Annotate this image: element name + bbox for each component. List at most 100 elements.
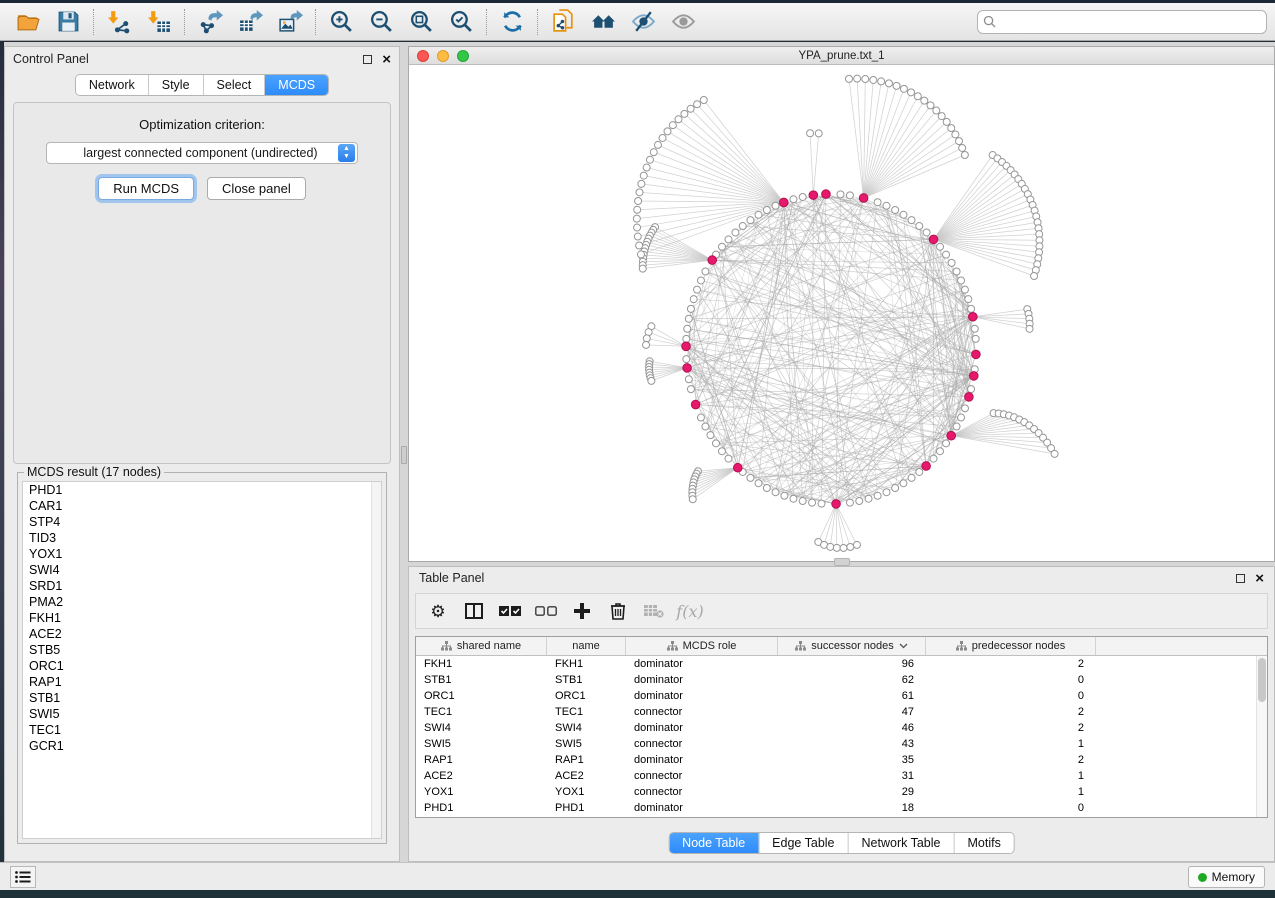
unselect-all-columns-icon[interactable]	[530, 596, 562, 626]
mcds-result-item[interactable]: SRD1	[23, 578, 381, 594]
float-panel-icon[interactable]	[363, 55, 372, 64]
mcds-result-item[interactable]: RAP1	[23, 674, 381, 690]
horizontal-splitter-handle[interactable]	[834, 558, 850, 566]
tab-node-table[interactable]: Node Table	[669, 833, 758, 853]
tab-motifs[interactable]: Motifs	[953, 833, 1013, 853]
column-header-shared-name[interactable]: shared name	[416, 637, 547, 655]
zoom-fit-icon[interactable]	[401, 6, 441, 38]
optimization-criterion-label: Optimization criterion:	[14, 117, 390, 132]
mcds-result-list[interactable]: PHD1CAR1STP4TID3YOX1SWI4SRD1PMA2FKH1ACE2…	[22, 481, 382, 839]
mcds-result-group: MCDS result (17 nodes) PHD1CAR1STP4TID3Y…	[17, 472, 387, 844]
table-row[interactable]: RAP1RAP1dominator352	[416, 752, 1267, 768]
search-input[interactable]	[977, 10, 1267, 34]
add-column-icon[interactable]	[566, 596, 598, 626]
tab-style[interactable]: Style	[148, 75, 203, 95]
mcds-result-item[interactable]: STP4	[23, 514, 381, 530]
table-row[interactable]: ACE2ACE2connector311	[416, 768, 1267, 784]
export-table-icon[interactable]	[230, 6, 270, 38]
tab-network[interactable]: Network	[76, 75, 148, 95]
show-all-icon[interactable]	[663, 6, 703, 38]
table-cell: 47	[778, 704, 926, 720]
zoom-selected-icon[interactable]	[441, 6, 481, 38]
tab-network-table[interactable]: Network Table	[848, 833, 954, 853]
close-panel-icon[interactable]: ×	[382, 55, 391, 64]
memory-button[interactable]: Memory	[1188, 866, 1265, 888]
select-all-columns-icon[interactable]	[494, 596, 526, 626]
toolbar-separator	[184, 9, 185, 35]
mcds-result-item[interactable]: STB1	[23, 690, 381, 706]
vertical-splitter[interactable]	[400, 46, 408, 862]
table-cell: YOX1	[547, 784, 626, 800]
memory-status-icon	[1198, 873, 1207, 882]
table-cell: 0	[926, 688, 1096, 704]
mcds-result-item[interactable]: TID3	[23, 530, 381, 546]
column-type-icon	[956, 641, 967, 651]
table-settings-icon[interactable]: ⚙	[422, 596, 454, 626]
task-history-icon[interactable]	[10, 866, 36, 888]
network-home-icon[interactable]	[583, 6, 623, 38]
table-scrollbar-thumb[interactable]	[1258, 658, 1266, 702]
mcds-result-item[interactable]: SWI5	[23, 706, 381, 722]
table-cell: RAP1	[416, 752, 547, 768]
import-network-icon[interactable]	[99, 6, 139, 38]
table-row[interactable]: YOX1YOX1connector291	[416, 784, 1267, 800]
tab-edge-table[interactable]: Edge Table	[758, 833, 847, 853]
column-header-successor-nodes[interactable]: successor nodes	[778, 637, 926, 655]
table-cell: dominator	[626, 800, 778, 816]
clone-network-icon[interactable]	[543, 6, 583, 38]
close-panel-button[interactable]: Close panel	[207, 177, 306, 200]
table-row[interactable]: PHD1PHD1dominator180	[416, 800, 1267, 816]
table-cell: 62	[778, 672, 926, 688]
table-row[interactable]: ORC1ORC1dominator610	[416, 688, 1267, 704]
mcds-result-item[interactable]: YOX1	[23, 546, 381, 562]
run-mcds-button[interactable]: Run MCDS	[98, 177, 194, 200]
export-image-icon[interactable]	[270, 6, 310, 38]
mcds-result-item[interactable]: CAR1	[23, 498, 381, 514]
network-canvas-svg	[409, 65, 1274, 561]
column-header-MCDS-role[interactable]: MCDS role	[626, 637, 778, 655]
table-cell: RAP1	[547, 752, 626, 768]
mcds-result-item[interactable]: GCR1	[23, 738, 381, 754]
column-header-name[interactable]: name	[547, 637, 626, 655]
mcds-result-item[interactable]: PHD1	[23, 482, 381, 498]
float-table-panel-icon[interactable]	[1236, 574, 1245, 583]
table-cell: ORC1	[416, 688, 547, 704]
network-canvas[interactable]	[409, 65, 1274, 561]
hide-selected-icon[interactable]	[623, 6, 663, 38]
table-scrollbar[interactable]	[1256, 656, 1267, 817]
export-network-icon[interactable]	[190, 6, 230, 38]
mcds-result-item[interactable]: PMA2	[23, 594, 381, 610]
refresh-icon[interactable]	[492, 6, 532, 38]
table-row[interactable]: SWI5SWI5connector431	[416, 736, 1267, 752]
table-row[interactable]: FKH1FKH1dominator962	[416, 656, 1267, 672]
mcds-list-scrollbar[interactable]	[371, 482, 381, 838]
split-columns-icon[interactable]	[458, 596, 490, 626]
table-cell: TEC1	[547, 704, 626, 720]
save-session-icon[interactable]	[48, 6, 88, 38]
tab-mcds[interactable]: MCDS	[264, 75, 328, 95]
column-header-label: shared name	[457, 640, 521, 652]
table-cell: 46	[778, 720, 926, 736]
table-row[interactable]: STB1STB1dominator620	[416, 672, 1267, 688]
open-session-icon[interactable]	[8, 6, 48, 38]
vertical-splitter-handle[interactable]	[401, 446, 407, 464]
table-cell: 1	[926, 784, 1096, 800]
table-cell: dominator	[626, 720, 778, 736]
tab-select[interactable]: Select	[203, 75, 265, 95]
table-row[interactable]: SWI4SWI4dominator462	[416, 720, 1267, 736]
mcds-result-item[interactable]: SWI4	[23, 562, 381, 578]
mcds-result-item[interactable]: STB5	[23, 642, 381, 658]
zoom-out-icon[interactable]	[361, 6, 401, 38]
mcds-result-item[interactable]: FKH1	[23, 610, 381, 626]
mcds-result-item[interactable]: ORC1	[23, 658, 381, 674]
close-table-panel-icon[interactable]: ×	[1255, 574, 1264, 583]
zoom-in-icon[interactable]	[321, 6, 361, 38]
import-table-icon[interactable]	[139, 6, 179, 38]
table-cell: 1	[926, 736, 1096, 752]
column-header-predecessor-nodes[interactable]: predecessor nodes	[926, 637, 1096, 655]
table-row[interactable]: TEC1TEC1connector472	[416, 704, 1267, 720]
delete-columns-icon[interactable]	[602, 596, 634, 626]
mcds-result-item[interactable]: ACE2	[23, 626, 381, 642]
mcds-result-item[interactable]: TEC1	[23, 722, 381, 738]
criterion-dropdown[interactable]: largest connected component (undirected)…	[46, 142, 358, 164]
